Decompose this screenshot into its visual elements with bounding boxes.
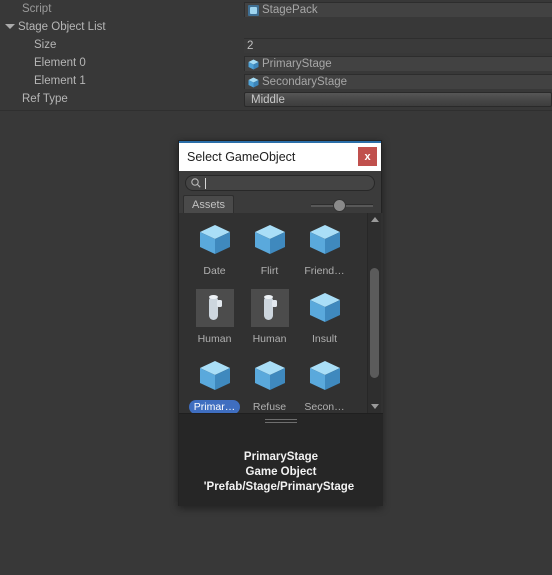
inspector-row-size: Size 2: [0, 36, 552, 54]
tab-assets[interactable]: Assets: [183, 195, 235, 213]
inspector-divider: [0, 110, 552, 111]
preview-icon: [195, 289, 234, 327]
dialog-tab-row: Assets: [179, 195, 381, 214]
selection-path: 'Prefab/Stage/PrimaryStage: [203, 481, 355, 493]
script-icon: [248, 4, 259, 16]
cube-icon: [306, 289, 344, 327]
scroll-up-arrow-icon[interactable]: [368, 213, 381, 226]
selection-info-text: PrimaryStage Game Object 'Prefab/Stage/P…: [179, 450, 383, 495]
selection-name: PrimaryStage: [243, 451, 319, 463]
grid-item-label: Secon…: [304, 401, 345, 413]
zoom-slider-knob[interactable]: [333, 199, 346, 212]
cube-icon: [248, 59, 259, 70]
cube-icon: [196, 357, 234, 395]
inspector-label-element-0: Element 0: [34, 57, 86, 69]
inspector-label-size: Size: [34, 39, 57, 51]
grid-item-label: Human: [252, 333, 287, 345]
grid-item-label: Insult: [311, 333, 338, 345]
selection-info-panel: PrimaryStage Game Object 'Prefab/Stage/P…: [179, 413, 383, 506]
grid-item-label: Refuse: [252, 401, 287, 413]
inspector-row-element-0: Element 0 PrimaryStage: [0, 54, 552, 72]
inspector-label-ref-type: Ref Type: [22, 93, 68, 105]
grid-item-label: Date: [203, 265, 226, 277]
grid-item[interactable]: Refuse: [242, 353, 297, 413]
grid-item[interactable]: Date: [187, 217, 242, 285]
grid-item-label: Human: [197, 333, 232, 345]
asset-grid-area[interactable]: Date Flirt Friend… Human Human Insult Pr…: [179, 213, 383, 413]
grid-item[interactable]: Human: [187, 285, 242, 353]
inspector-value-element-0: PrimaryStage: [262, 58, 332, 70]
inspector-row-script: Script StagePack: [0, 0, 552, 18]
selection-type: Game Object: [245, 466, 317, 478]
grid-item[interactable]: Secon…: [297, 353, 352, 413]
close-button[interactable]: x: [358, 147, 377, 166]
grid-item-label: Flirt: [260, 265, 279, 277]
dialog-titlebar[interactable]: Select GameObject x: [179, 143, 381, 171]
grid-item-label: Friend…: [304, 265, 345, 277]
cube-icon: [306, 357, 344, 395]
foldout-triangle-icon[interactable]: [5, 24, 15, 29]
search-input[interactable]: [206, 176, 374, 190]
grid-item[interactable]: Insult: [297, 285, 352, 353]
cube-icon: [248, 77, 259, 88]
grid-scrollbar[interactable]: [367, 213, 381, 413]
dialog-title: Select GameObject: [187, 150, 296, 164]
inspector-field-script[interactable]: StagePack: [244, 2, 552, 17]
inspector-dropdown-ref-type[interactable]: Middle: [244, 92, 552, 107]
preview-icon: [250, 289, 289, 327]
resize-drag-handle[interactable]: [265, 419, 297, 424]
grid-item[interactable]: Primar…: [187, 353, 242, 413]
inspector-row-stage-object-list[interactable]: Stage Object List: [0, 18, 552, 36]
zoom-slider[interactable]: [311, 199, 373, 212]
inspector-panel: Script StagePack Stage Object List Size …: [0, 0, 552, 111]
search-field[interactable]: [185, 175, 375, 191]
inspector-field-size[interactable]: 2: [244, 38, 552, 53]
grid-item[interactable]: Friend…: [297, 217, 352, 285]
asset-grid: Date Flirt Friend… Human Human Insult Pr…: [179, 213, 369, 413]
scroll-down-arrow-icon[interactable]: [368, 400, 381, 413]
grid-item[interactable]: Flirt: [242, 217, 297, 285]
cube-icon: [251, 357, 289, 395]
inspector-value-size: 2: [247, 40, 254, 52]
grid-item-label: Primar…: [188, 400, 241, 413]
scrollbar-thumb[interactable]: [370, 268, 379, 378]
inspector-label-stage-object-list: Stage Object List: [18, 21, 106, 33]
inspector-value-element-1: SecondaryStage: [262, 76, 348, 88]
inspector-label-script: Script: [22, 3, 52, 15]
inspector-label-element-1: Element 1: [34, 75, 86, 87]
inspector-row-element-1: Element 1 SecondaryStage: [0, 72, 552, 90]
inspector-field-element-1[interactable]: SecondaryStage: [244, 74, 552, 89]
grid-item[interactable]: Human: [242, 285, 297, 353]
select-gameobject-dialog: Select GameObject x Assets Date Flirt Fr…: [178, 140, 383, 506]
cube-icon: [306, 221, 344, 259]
inspector-value-ref-type: Middle: [251, 93, 285, 106]
search-row: [179, 171, 381, 195]
inspector-value-script: StagePack: [262, 4, 318, 16]
inspector-field-element-0[interactable]: PrimaryStage: [244, 56, 552, 71]
cube-icon: [196, 221, 234, 259]
cube-icon: [251, 221, 289, 259]
search-icon: [190, 177, 202, 189]
inspector-row-ref-type: Ref Type Middle: [0, 90, 552, 108]
